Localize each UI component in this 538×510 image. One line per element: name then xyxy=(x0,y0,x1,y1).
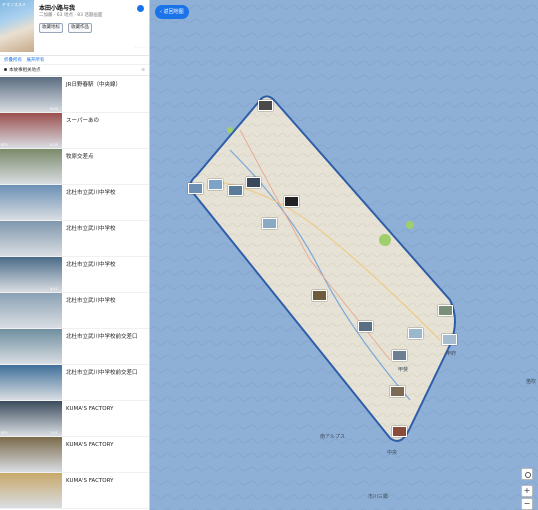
status-dot-icon xyxy=(137,5,144,12)
work-meta: 二加藤 · 63 地点 · 83 话题画面 xyxy=(39,13,103,18)
work-title: 本田小路与我 xyxy=(39,5,76,12)
location-thumbnail[interactable] xyxy=(0,329,62,364)
photo-marker[interactable] xyxy=(284,196,299,207)
location-thumbnail[interactable] xyxy=(0,365,62,400)
list-item[interactable]: 北杜市立武川中学校 xyxy=(0,221,149,257)
photo-marker[interactable] xyxy=(246,177,261,188)
photo-marker[interactable] xyxy=(390,386,405,397)
photo-marker[interactable] xyxy=(188,183,203,194)
sidebar: ヤマノススメ 本田小路与我 二加藤 · 63 地点 · 83 话题画面 收藏地标… xyxy=(0,0,150,510)
photo-marker[interactable] xyxy=(262,218,277,229)
photo-marker[interactable] xyxy=(258,100,273,111)
list-item[interactable]: 牧原交差点 xyxy=(0,149,149,185)
location-thumbnail[interactable] xyxy=(0,293,62,328)
location-thumbnail[interactable] xyxy=(0,437,62,472)
location-name: 北杜市立武川中学校 xyxy=(66,190,116,196)
map-label: 中央 xyxy=(387,450,398,456)
work-thumbnail[interactable]: ヤマノススメ xyxy=(0,0,34,52)
map[interactable]: ‹ 返回地图 甲府 南アルプス 中央 市川三郷 笛吹 甲斐 + − xyxy=(150,0,538,510)
zoom-in-button[interactable]: + xyxy=(521,485,533,497)
map-label: 笛吹 xyxy=(526,379,537,385)
expand-all-link[interactable]: 展开所有 xyxy=(26,58,44,63)
photo-marker[interactable] xyxy=(392,350,407,361)
list-item[interactable]: EP3 0:35 スーパーあの xyxy=(0,113,149,149)
timestamp-label: 0:35 xyxy=(50,143,58,147)
list-item[interactable]: 北杜市立武川中学校 xyxy=(0,293,149,329)
location-name: 北杜市立武川中学校前交差口 xyxy=(66,370,138,376)
zoom-out-button[interactable]: − xyxy=(521,498,533,510)
timestamp-label: 4:11 xyxy=(50,287,58,291)
location-name: 北杜市立武川中学校 xyxy=(66,298,116,304)
location-name: KUMA'S FACTORY xyxy=(66,478,114,484)
map-label: 甲斐 xyxy=(398,367,409,373)
photo-marker[interactable] xyxy=(438,305,453,316)
timestamp-label: 0:05 xyxy=(50,107,58,111)
episode-label: EP3 xyxy=(1,431,8,435)
location-thumbnail[interactable] xyxy=(0,149,62,184)
list-item[interactable]: 北杜市立武川中学校前交差口 xyxy=(0,365,149,401)
work-logo: ヤマノススメ xyxy=(2,2,26,7)
map-label: 南アルプス xyxy=(320,434,345,440)
location-thumbnail[interactable] xyxy=(0,185,62,220)
location-name: KUMA'S FACTORY xyxy=(66,442,114,448)
photo-marker[interactable] xyxy=(358,321,373,332)
header-note: · · · · · xyxy=(134,45,146,50)
location-name: 北杜市立武川中学校前交差口 xyxy=(66,334,138,340)
list-item[interactable]: 北杜市立武川中学校 xyxy=(0,185,149,221)
timestamp-label: 7:01 xyxy=(50,431,58,435)
location-list: 0:05 JR日野春駅（中央線） EP3 0:35 スーパーあの 牧原交差点北杜市立武川中… xyxy=(0,77,149,509)
list-item[interactable]: 4:11 北杜市立武川中学校 xyxy=(0,257,149,293)
map-label: 市川三郷 xyxy=(368,494,389,500)
location-name: JR日野春駅（中央線） xyxy=(66,82,121,88)
photo-marker[interactable] xyxy=(392,426,407,437)
location-name: スーパーあの xyxy=(66,118,99,124)
list-item[interactable]: 北杜市立武川中学校前交差口 xyxy=(0,329,149,365)
list-item[interactable]: KUMA'S FACTORY xyxy=(0,437,149,473)
photo-marker[interactable] xyxy=(312,290,327,301)
list-item[interactable]: KUMA'S FACTORY xyxy=(0,473,149,509)
episode-label: EP3 xyxy=(1,143,8,147)
list-item[interactable]: EP3 7:01 KUMA'S FACTORY xyxy=(0,401,149,437)
back-to-map-button[interactable]: ‹ 返回地图 xyxy=(155,5,189,19)
location-thumbnail[interactable] xyxy=(0,221,62,256)
back-label: 返回地图 xyxy=(163,9,184,15)
location-name: KUMA'S FACTORY xyxy=(66,406,114,412)
location-name: 北杜市立武川中学校 xyxy=(66,226,116,232)
photo-marker[interactable] xyxy=(408,328,423,339)
collapse-icon[interactable]: ≡ xyxy=(141,65,145,76)
bullet-icon xyxy=(4,68,7,71)
photo-marker[interactable] xyxy=(442,334,457,345)
collapse-all-link[interactable]: 折叠所有 xyxy=(4,58,22,63)
work-header: ヤマノススメ 本田小路与我 二加藤 · 63 地点 · 83 话题画面 收藏地标… xyxy=(0,0,149,56)
location-name: 牧原交差点 xyxy=(66,154,94,160)
section-title: 本故事相关地点 xyxy=(9,68,41,73)
locate-icon[interactable] xyxy=(521,468,533,480)
fold-links: 折叠所有 展开所有 xyxy=(0,56,149,65)
tag-button-0[interactable]: 收藏地标 xyxy=(39,23,63,33)
section-header[interactable]: 本故事相关地点 ≡ xyxy=(0,65,149,76)
map-label: 甲府 xyxy=(446,351,457,357)
photo-marker[interactable] xyxy=(228,185,243,196)
location-thumbnail[interactable] xyxy=(0,473,62,508)
location-name: 北杜市立武川中学校 xyxy=(66,262,116,268)
photo-marker[interactable] xyxy=(208,179,223,190)
list-item[interactable]: 0:05 JR日野春駅（中央線） xyxy=(0,77,149,113)
tag-button-1[interactable]: 收藏作品 xyxy=(68,23,92,33)
